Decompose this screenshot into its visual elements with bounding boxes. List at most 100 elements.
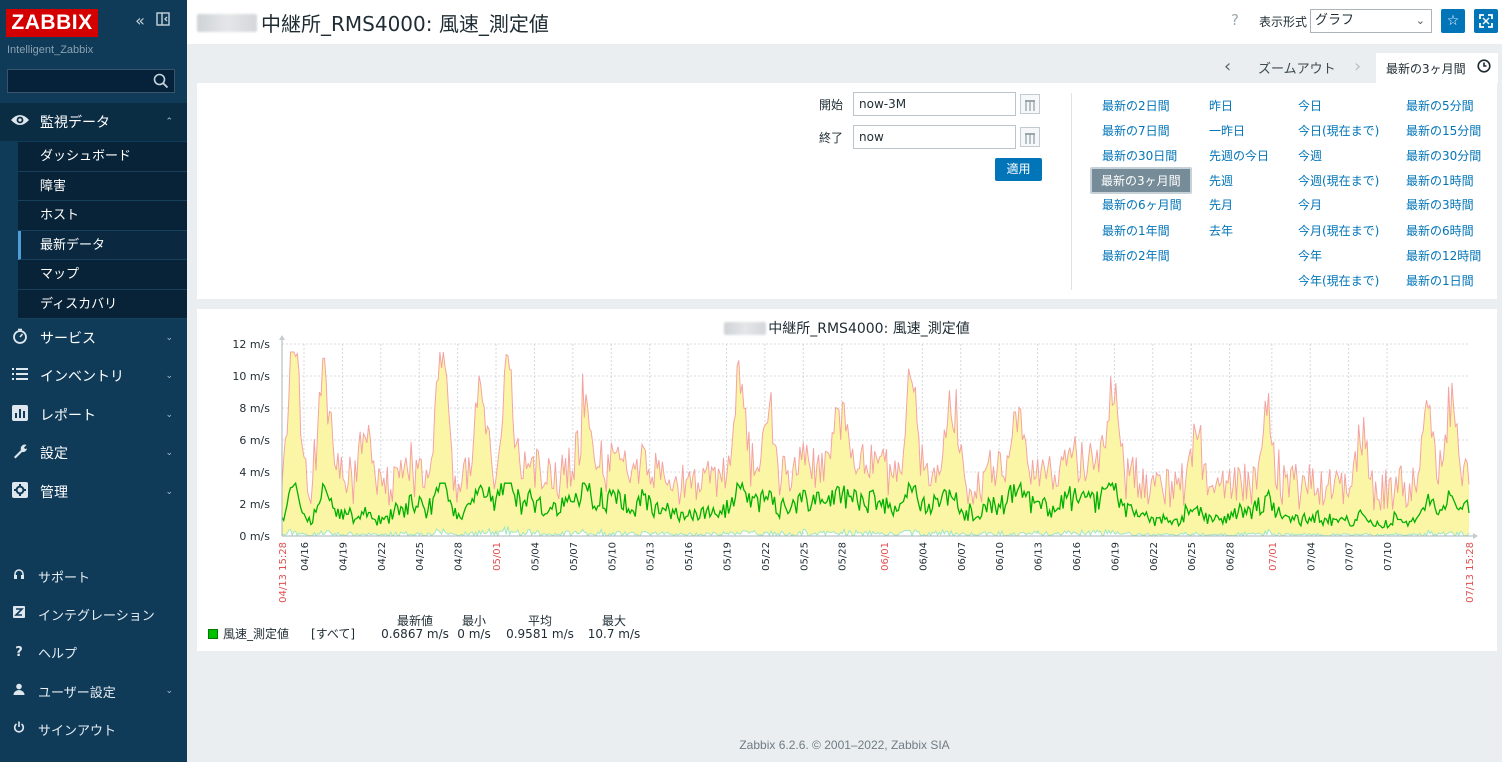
submenu-latest-data[interactable]: 最新データ xyxy=(18,230,187,260)
time-back-chevron-icon[interactable]: ‹ xyxy=(1224,56,1231,77)
quick-range-link[interactable]: 昨日 xyxy=(1209,97,1233,114)
integration-icon xyxy=(0,606,38,622)
x-tick-label: 04/19 xyxy=(338,542,349,571)
chevron-down-icon: ⌄ xyxy=(165,487,173,497)
collapse-sidebar-icon[interactable]: « xyxy=(131,12,149,30)
menu-inventory[interactable]: インベントリ ⌄ xyxy=(0,357,187,395)
quick-range-link[interactable]: 今日(現在まで) xyxy=(1298,122,1379,139)
wrench-icon xyxy=(0,443,40,463)
quick-range-link[interactable]: 去年 xyxy=(1209,222,1233,239)
quick-range-link[interactable]: 最新の7日間 xyxy=(1102,122,1170,139)
footer: Zabbix 6.2.6. © 2001–2022, Zabbix SIA xyxy=(739,738,950,752)
calendar-icon[interactable] xyxy=(1020,127,1040,147)
x-tick-label: 05/22 xyxy=(761,542,772,571)
quick-range-link[interactable]: 最新の1年間 xyxy=(1102,222,1170,239)
menu-label: インテグレーション xyxy=(38,608,155,624)
submenu-maps[interactable]: マップ xyxy=(18,260,187,290)
menu-configuration[interactable]: 設定 ⌄ xyxy=(0,434,187,472)
menu-support[interactable]: サポート xyxy=(0,558,187,594)
from-input[interactable]: now-3M xyxy=(853,92,1016,116)
time-filter-panel: 開始 now-3M 終了 now 適用 最新の2日間 最新の7日間 最新の30日… xyxy=(197,83,1497,299)
x-tick-label: 07/10 xyxy=(1383,542,1394,571)
quick-range-link[interactable]: 先週の今日 xyxy=(1209,147,1269,164)
view-as-label: 表示形式 xyxy=(1259,15,1308,29)
quick-range-link[interactable]: 最新の12時間 xyxy=(1406,247,1481,264)
menu-label: レポート xyxy=(40,408,96,424)
graph-title: 中継所_RMS4000: 風速_測定値 xyxy=(197,318,1497,338)
page-title-text: 中継所_RMS4000: 風速_測定値 xyxy=(261,12,549,36)
quick-range-link[interactable]: 今週 xyxy=(1298,147,1322,164)
fullscreen-button[interactable] xyxy=(1474,9,1498,33)
quick-range-link[interactable]: 最新の6時間 xyxy=(1406,222,1474,239)
submenu-discovery[interactable]: ディスカバリ xyxy=(18,290,187,319)
apply-button[interactable]: 適用 xyxy=(995,158,1042,181)
time-forward-chevron-icon[interactable]: › xyxy=(1354,56,1361,77)
graph-title-text: 中継所_RMS4000: 風速_測定値 xyxy=(768,321,970,337)
menu-label: 設定 xyxy=(40,446,68,462)
monitoring-submenu: ダッシュボード 障害 ホスト 最新データ マップ ディスカバリ xyxy=(18,142,187,319)
quick-range-link-selected[interactable]: 最新の3ヶ月間 xyxy=(1090,167,1192,194)
x-tick-label: 06/16 xyxy=(1072,542,1083,571)
menu-sign-out[interactable]: サインアウト xyxy=(0,711,187,747)
menu-integrations[interactable]: インテグレーション xyxy=(0,596,187,632)
menu-monitoring[interactable]: 監視データ ⌃ xyxy=(0,103,187,141)
x-tick-label: 06/28 xyxy=(1226,542,1237,571)
tab-time-period[interactable]: 最新の3ヶ月間 xyxy=(1376,53,1498,83)
quick-range-link[interactable]: 最新の3時間 xyxy=(1406,196,1474,213)
quick-range-link[interactable]: 最新の2年間 xyxy=(1102,247,1170,264)
quick-range-link[interactable]: 今月(現在まで) xyxy=(1298,222,1379,239)
y-tick-label: 8 m/s xyxy=(239,402,270,415)
menu-help[interactable]: ? ヘルプ xyxy=(0,634,187,670)
quick-range-link[interactable]: 最新の6ヶ月間 xyxy=(1102,196,1182,213)
quick-range-link[interactable]: 今日 xyxy=(1298,97,1322,114)
calendar-icon[interactable] xyxy=(1020,94,1040,114)
chevron-down-icon: ⌄ xyxy=(165,410,173,420)
menu-label: サインアウト xyxy=(38,723,117,739)
sidebar-search-input[interactable] xyxy=(7,69,175,93)
hide-sidebar-icon[interactable] xyxy=(154,12,172,30)
admin-gear-icon xyxy=(0,482,40,502)
x-tick-label: 05/01 xyxy=(492,542,503,571)
logo-row: ZABBIX « xyxy=(0,0,187,44)
quick-range-link[interactable]: 最新の1時間 xyxy=(1406,172,1474,189)
menu-label: サービス xyxy=(40,331,96,347)
x-tick-label: 07/07 xyxy=(1345,542,1356,571)
zabbix-logo[interactable]: ZABBIX xyxy=(6,9,98,37)
quick-range-link[interactable]: 一昨日 xyxy=(1209,122,1245,139)
quick-range-link[interactable]: 最新の1日間 xyxy=(1406,272,1474,289)
x-tick-label: 05/13 xyxy=(646,542,657,571)
graph-legend: 風速_測定値 [すべて] xyxy=(208,625,355,642)
submenu-dashboard[interactable]: ダッシュボード xyxy=(18,142,187,172)
quick-range-link[interactable]: 最新の15分間 xyxy=(1406,122,1481,139)
submenu-problems[interactable]: 障害 xyxy=(18,172,187,201)
menu-label: サポート xyxy=(38,570,91,586)
quick-range-link[interactable]: 先月 xyxy=(1209,196,1233,213)
menu-reports[interactable]: レポート ⌄ xyxy=(0,396,187,434)
zoom-out-button[interactable]: ズームアウト xyxy=(1258,58,1336,77)
x-tick-label: 05/28 xyxy=(838,542,849,571)
menu-services[interactable]: サービス ⌄ xyxy=(0,319,187,357)
quick-range-link[interactable]: 先週 xyxy=(1209,172,1233,189)
search-icon[interactable] xyxy=(153,73,169,89)
quick-range-link[interactable]: 最新の2日間 xyxy=(1102,97,1170,114)
view-as-select[interactable]: グラフ ⌄ xyxy=(1310,9,1432,33)
add-to-favorites-button[interactable]: ☆ xyxy=(1441,9,1465,33)
menu-administration[interactable]: 管理 ⌄ xyxy=(0,473,187,511)
quick-range-link[interactable]: 今月 xyxy=(1298,196,1322,213)
legend-value-avg: 0.9581 m/s xyxy=(506,627,574,641)
quick-range-link[interactable]: 今年(現在まで) xyxy=(1298,272,1379,289)
bar-report-icon xyxy=(0,405,40,425)
star-icon: ☆ xyxy=(1446,13,1460,29)
submenu-hosts[interactable]: ホスト xyxy=(18,201,187,231)
quick-range-link[interactable]: 最新の30日間 xyxy=(1102,147,1177,164)
redacted-host-name xyxy=(197,13,257,32)
wind-speed-graph[interactable]: 0 m/s 2 m/s 4 m/s 6 m/s 8 m/s 10 m/s 12 m/s 04/… xyxy=(197,309,1497,651)
quick-range-link[interactable]: 今年 xyxy=(1298,247,1322,264)
menu-user-settings[interactable]: ユーザー設定 ⌄ xyxy=(0,673,187,709)
quick-range-link[interactable]: 最新の30分間 xyxy=(1406,147,1481,164)
to-input[interactable]: now xyxy=(853,125,1016,149)
menu-label: 監視データ xyxy=(40,115,110,131)
quick-range-link[interactable]: 今週(現在まで) xyxy=(1298,172,1379,189)
quick-range-link[interactable]: 最新の5分間 xyxy=(1406,97,1474,114)
help-icon[interactable]: ? xyxy=(1231,11,1239,29)
